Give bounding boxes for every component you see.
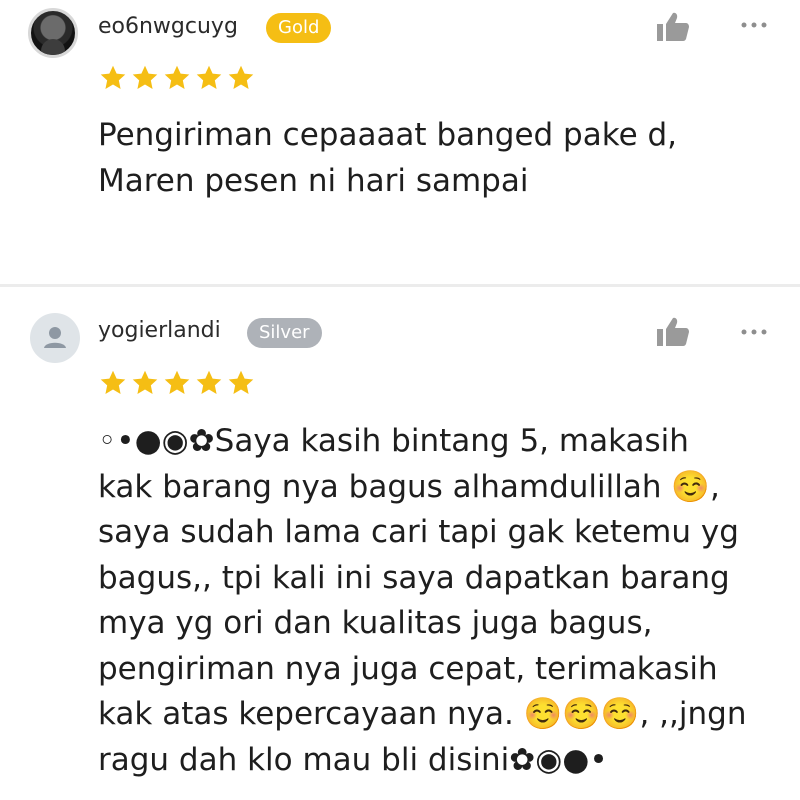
star-icon bbox=[164, 65, 190, 89]
user-avatar[interactable] bbox=[28, 8, 78, 58]
review-text: Pengiriman cepaaaat banged pake d, Maren… bbox=[98, 117, 678, 199]
star-rating bbox=[98, 369, 256, 397]
star-icon bbox=[196, 370, 222, 394]
review-text: ◦•●◉✿Saya kasih bintang 5, makasih kak b… bbox=[98, 423, 747, 778]
membership-badge: Gold bbox=[266, 13, 332, 43]
more-options-icon[interactable] bbox=[740, 327, 768, 337]
review-username[interactable]: yogierlandi bbox=[98, 318, 221, 343]
thumbs-up-icon[interactable] bbox=[656, 315, 690, 349]
review-list: eo6nwgcuyg Gold Pengiriman cepaaaat bang… bbox=[0, 0, 800, 800]
star-rating bbox=[98, 64, 256, 92]
star-icon bbox=[100, 65, 126, 89]
star-icon bbox=[196, 65, 222, 89]
star-icon bbox=[228, 370, 254, 394]
membership-badge: Silver bbox=[247, 318, 322, 348]
star-icon bbox=[100, 370, 126, 394]
review-item: eo6nwgcuyg Gold Pengiriman cepaaaat bang… bbox=[0, 0, 800, 284]
review-item: yogierlandi Silver ◦•●◉✿Saya kasih binta… bbox=[0, 287, 800, 800]
star-icon bbox=[132, 65, 158, 89]
star-icon bbox=[228, 65, 254, 89]
more-options-icon[interactable] bbox=[740, 20, 768, 30]
thumbs-up-icon[interactable] bbox=[656, 10, 690, 44]
star-icon bbox=[164, 370, 190, 394]
review-username[interactable]: eo6nwgcuyg bbox=[98, 14, 238, 39]
star-icon bbox=[132, 370, 158, 394]
